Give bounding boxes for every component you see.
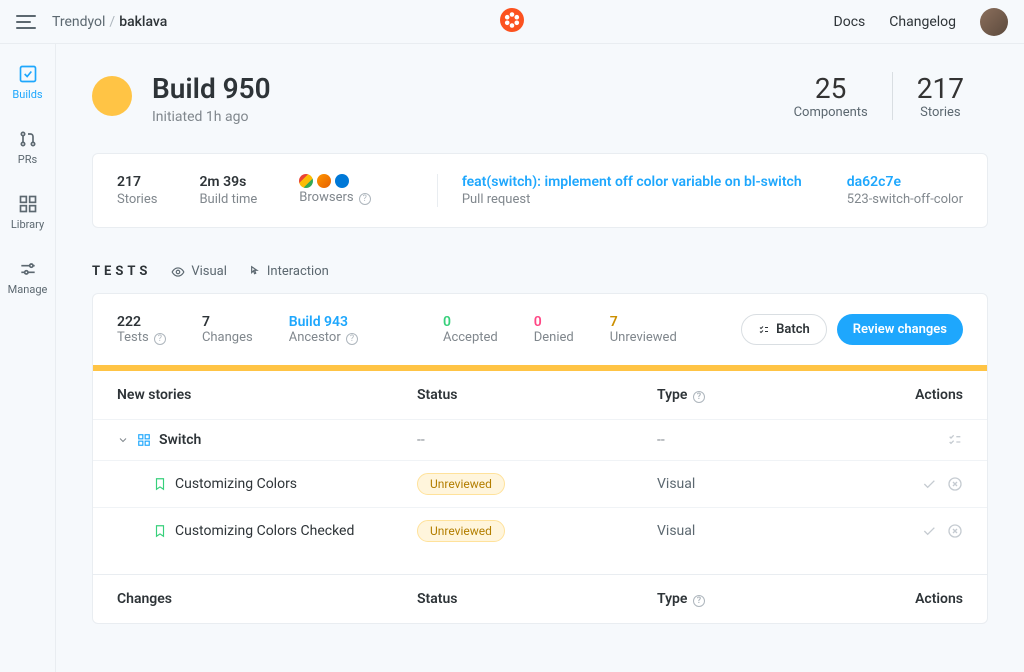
docs-link[interactable]: Docs: [834, 14, 866, 30]
main-content: Build 950 Initiated 1h ago 25 Components…: [56, 44, 1024, 672]
chevron-down-icon: [117, 434, 129, 446]
approve-icon[interactable]: [921, 523, 937, 539]
table-row-story[interactable]: Customizing Colors Unreviewed Visual: [93, 460, 987, 507]
sidebar-item-builds[interactable]: Builds: [12, 64, 42, 101]
tests-panel: 222 Tests ? 7 Changes Build 943 Ancestor…: [92, 293, 988, 624]
sum-ancestor[interactable]: Build 943 Ancestor ?: [289, 314, 358, 345]
help-icon[interactable]: ?: [693, 595, 705, 607]
sliders-icon: [18, 259, 38, 279]
build-status-icon: [92, 76, 132, 116]
topbar: Trendyol/baklava Docs Changelog: [0, 0, 1024, 44]
sidebar-item-library[interactable]: Library: [11, 194, 44, 231]
bookmark-icon: [153, 524, 167, 538]
pointer-icon: [247, 265, 261, 279]
chrome-icon: [299, 174, 313, 188]
table-header-newstories: New stories Status Type ? Actions: [93, 371, 987, 419]
help-icon[interactable]: ?: [359, 193, 371, 205]
changelog-link[interactable]: Changelog: [889, 14, 956, 30]
status-badge: Unreviewed: [417, 473, 505, 495]
info-commit[interactable]: da62c7e 523-switch-off-color: [847, 174, 963, 207]
tests-section-header: TESTS Visual Interaction: [92, 264, 988, 279]
firefox-icon: [317, 174, 331, 188]
eye-icon: [171, 265, 185, 279]
breadcrumb-repo: baklava: [119, 14, 167, 30]
help-icon[interactable]: ?: [693, 391, 705, 403]
info-stories: 217 Stories: [117, 174, 157, 207]
stat-stories: 217 Stories: [893, 72, 988, 120]
tab-interaction[interactable]: Interaction: [247, 264, 329, 279]
deny-icon[interactable]: [947, 476, 963, 492]
menu-icon[interactable]: [16, 15, 36, 29]
component-icon: [137, 433, 151, 447]
sum-unreviewed: 7 Unreviewed: [610, 314, 677, 345]
status-badge: Unreviewed: [417, 520, 505, 542]
sidebar-item-manage[interactable]: Manage: [8, 259, 48, 296]
breadcrumb[interactable]: Trendyol/baklava: [52, 14, 167, 30]
table-row-story[interactable]: Customizing Colors Checked Unreviewed Vi…: [93, 507, 987, 554]
tests-title: TESTS: [92, 264, 151, 279]
info-pullrequest[interactable]: feat(switch): implement off color variab…: [462, 174, 802, 207]
chromatic-logo-icon[interactable]: [500, 8, 524, 36]
stat-components: 25 Components: [770, 72, 893, 120]
avatar[interactable]: [980, 8, 1008, 36]
sum-accepted: 0 Accepted: [443, 314, 498, 345]
table-row-group[interactable]: Switch -- --: [93, 419, 987, 460]
checkbox-icon: [18, 64, 38, 84]
sum-changes: 7 Changes: [202, 314, 253, 345]
deny-icon[interactable]: [947, 523, 963, 539]
sum-denied: 0 Denied: [534, 314, 574, 345]
approve-icon[interactable]: [921, 476, 937, 492]
tab-visual[interactable]: Visual: [171, 264, 227, 279]
info-buildtime: 2m 39s Build time: [199, 174, 257, 207]
breadcrumb-org: Trendyol: [52, 14, 105, 30]
batch-button[interactable]: Batch: [741, 314, 827, 345]
table-header-changes: Changes Status Type ? Actions: [93, 574, 987, 623]
sum-tests: 222 Tests ?: [117, 314, 166, 345]
sidebar: Builds PRs Library Manage: [0, 44, 56, 672]
build-header: Build 950 Initiated 1h ago 25 Components…: [92, 72, 988, 125]
build-info-panel: 217 Stories 2m 39s Build time Browsers ?: [92, 153, 988, 228]
help-icon[interactable]: ?: [346, 333, 358, 345]
checklist-icon: [758, 324, 770, 336]
page-title: Build 950: [152, 72, 271, 105]
help-icon[interactable]: ?: [154, 333, 166, 345]
review-changes-button[interactable]: Review changes: [837, 314, 963, 345]
grid-icon: [18, 194, 38, 214]
edge-icon: [335, 174, 349, 188]
bookmark-icon: [153, 477, 167, 491]
pull-request-icon: [18, 129, 38, 149]
batch-approve-icon[interactable]: [947, 432, 963, 448]
build-subtitle: Initiated 1h ago: [152, 109, 271, 125]
info-browsers: Browsers ?: [299, 174, 371, 207]
sidebar-item-prs[interactable]: PRs: [18, 129, 38, 166]
